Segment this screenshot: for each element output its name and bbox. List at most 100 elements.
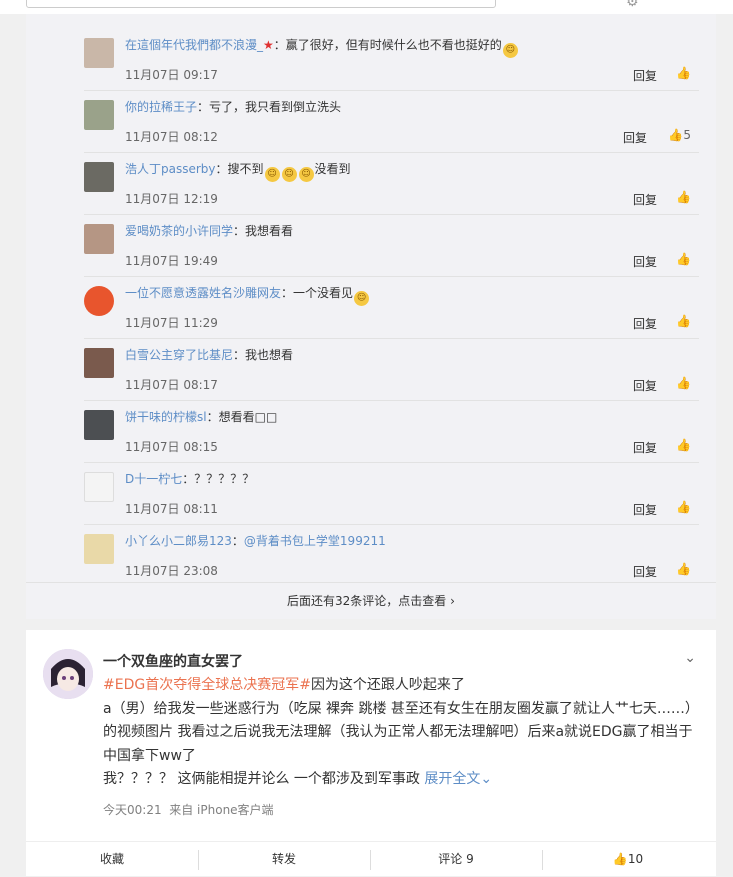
comment-time: 11月07日 19:49 xyxy=(125,254,218,268)
like-button[interactable]: 👍 xyxy=(676,190,691,204)
comment-time: 11月07日 23:08 xyxy=(125,564,218,578)
avatar[interactable] xyxy=(84,348,114,378)
comment-item: 你的拉稀王子：亏了，我只看到倒立洗头 11月07日 08:12 回复 👍5 xyxy=(84,90,699,153)
laugh-cry-emoji-icon: ☺ xyxy=(354,291,370,306)
comment-item: 饼干味的柠檬sl：想看看□□ 11月07日 08:15 回复 👍 xyxy=(84,400,699,463)
like-button[interactable]: 👍10 xyxy=(542,842,714,877)
comment-user-link[interactable]: 饼干味的柠檬sl xyxy=(125,410,207,424)
comment-item: 浩人丁passerby：搜不到 ☺ ☺ ☺ 没看到 11月07日 12:19 回复 👍 xyxy=(84,152,699,215)
thumb-up-icon: 👍 xyxy=(676,190,691,204)
comment-time: 11月07日 08:15 xyxy=(125,440,218,454)
like-button[interactable]: 👍 xyxy=(676,376,691,390)
gear-icon[interactable]: ⚙ xyxy=(626,0,639,10)
comment-item: 小丫么小二郎易123：@背着书包上学堂199211 11月07日 23:08 回… xyxy=(84,524,699,586)
comment-text: 亏了，我只看到倒立洗头 xyxy=(209,100,342,114)
avatar[interactable] xyxy=(84,410,114,440)
search-input[interactable] xyxy=(26,0,496,8)
expand-full-text-link[interactable]: 展开全文⌄ xyxy=(424,771,492,787)
like-button[interactable]: 👍 xyxy=(676,438,691,452)
mention-link[interactable]: @背着书包上学堂199211 xyxy=(244,534,386,548)
thumb-up-icon: 👍 xyxy=(676,314,691,328)
thumb-up-icon: 👍 xyxy=(668,128,684,142)
comment-user-link[interactable]: 你的拉稀王子 xyxy=(125,100,197,114)
comment-time: 11月07日 08:12 xyxy=(125,130,218,144)
comment-item: 在這個年代我們都不浪漫_★：赢了很好，但有时候什么也不看也挺好的 ☺ 11月07日… xyxy=(84,28,699,91)
chevron-down-icon[interactable]: ⌄ xyxy=(684,650,696,666)
comment-time: 11月07日 12:19 xyxy=(125,192,218,206)
comment-user-link[interactable]: 爱喝奶茶的小许同学 xyxy=(125,224,233,238)
reply-button[interactable]: 回复 xyxy=(633,315,657,332)
comment-user-link[interactable]: 浩人丁passerby xyxy=(125,162,216,176)
reply-button[interactable]: 回复 xyxy=(623,129,647,146)
reply-button[interactable]: 回复 xyxy=(633,253,657,270)
top-bar: ⚙ xyxy=(0,0,733,14)
post-action-bar: 收藏 转发 评论 9 👍10 xyxy=(26,841,716,877)
thumb-up-icon: 👍 xyxy=(612,852,628,866)
post-meta: 今天00:21 来自 iPhone客户端 xyxy=(103,801,274,818)
reply-button[interactable]: 回复 xyxy=(633,501,657,518)
more-comments-link[interactable]: 后面还有32条评论，点击查看 › xyxy=(26,582,716,620)
reply-button[interactable]: 回复 xyxy=(633,191,657,208)
repost-button[interactable]: 转发 xyxy=(198,842,370,877)
comment-item: 一位不愿意透露姓名沙雕网友：一个没看见 ☺ 11月07日 11:29 回复 👍 xyxy=(84,276,699,339)
post-author[interactable]: 一个双鱼座的直女罢了 xyxy=(103,651,243,671)
comments-panel: 在這個年代我們都不浪漫_★：赢了很好，但有时候什么也不看也挺好的 ☺ 11月07日… xyxy=(26,14,716,619)
comment-item: 爱喝奶茶的小许同学：我想看看 11月07日 19:49 回复 👍 xyxy=(84,214,699,277)
avatar[interactable] xyxy=(84,534,114,564)
post-card: 一个双鱼座的直女罢了 ⌄ #EDG首次夺得全球总决赛冠军#因为这个还跟人吵起来了… xyxy=(26,630,716,876)
like-count: 5 xyxy=(683,128,691,142)
reply-button[interactable]: 回复 xyxy=(633,377,657,394)
avatar[interactable] xyxy=(84,162,114,192)
thumb-up-icon: 👍 xyxy=(676,438,691,452)
comment-text: ？？？？？ xyxy=(194,472,255,486)
comment-text: 我也想看 xyxy=(245,348,294,362)
laugh-cry-emoji-icon: ☺ xyxy=(264,167,280,182)
comment-item: D十一柠七：？？？？？ 11月07日 08:11 回复 👍 xyxy=(84,462,699,525)
comment-text: 搜不到 xyxy=(227,162,264,176)
comment-time: 11月07日 08:11 xyxy=(125,502,218,516)
reply-button[interactable]: 回复 xyxy=(633,439,657,456)
chevron-down-icon: ⌄ xyxy=(480,771,493,787)
laugh-cry-emoji-icon: ☺ xyxy=(298,167,314,182)
reply-button[interactable]: 回复 xyxy=(633,563,657,580)
like-button[interactable]: 👍5 xyxy=(668,128,691,142)
hashtag-link[interactable]: #EDG首次夺得全球总决赛冠军# xyxy=(103,677,311,693)
thumb-up-icon: 👍 xyxy=(676,66,691,80)
like-button[interactable]: 👍 xyxy=(676,314,691,328)
avatar[interactable] xyxy=(84,38,114,68)
comment-user-link[interactable]: 在這個年代我們都不浪漫_ xyxy=(125,38,263,52)
emoji-icon: ☺ xyxy=(502,43,518,58)
thumb-up-icon: 👍 xyxy=(676,562,691,576)
comment-user-link[interactable]: 一位不愿意透露姓名沙雕网友 xyxy=(125,286,281,300)
comment-item: 白雪公主穿了比基尼：我也想看 11月07日 08:17 回复 👍 xyxy=(84,338,699,401)
comment-user-link[interactable]: 白雪公主穿了比基尼 xyxy=(125,348,233,362)
comment-time: 11月07日 09:17 xyxy=(125,68,218,82)
comment-text: 一个没看见 xyxy=(293,286,354,300)
comment-user-link[interactable]: 小丫么小二郎易123 xyxy=(125,534,232,548)
comment-text: 我想看看 xyxy=(245,224,294,238)
comment-time: 11月07日 11:29 xyxy=(125,316,218,330)
comment-text: 想看看□□ xyxy=(218,410,278,424)
chevron-right-icon: › xyxy=(450,594,455,608)
avatar[interactable] xyxy=(84,472,114,502)
comment-user-link[interactable]: D十一柠七 xyxy=(125,472,182,486)
thumb-up-icon: 👍 xyxy=(676,252,691,266)
like-button[interactable]: 👍 xyxy=(676,252,691,266)
avatar[interactable] xyxy=(84,286,114,316)
avatar[interactable] xyxy=(43,649,93,699)
avatar[interactable] xyxy=(84,100,114,130)
comment-text: 赢了很好，但有时候什么也不看也挺好的 xyxy=(285,38,502,52)
avatar[interactable] xyxy=(84,224,114,254)
like-button[interactable]: 👍 xyxy=(676,66,691,80)
favorite-button[interactable]: 收藏 xyxy=(26,842,198,877)
post-time[interactable]: 今天00:21 xyxy=(103,803,162,817)
laugh-cry-emoji-icon: ☺ xyxy=(281,167,297,182)
thumb-up-icon: 👍 xyxy=(676,376,691,390)
thumb-up-icon: 👍 xyxy=(676,500,691,514)
like-button[interactable]: 👍 xyxy=(676,500,691,514)
reply-button[interactable]: 回复 xyxy=(633,67,657,84)
comment-time: 11月07日 08:17 xyxy=(125,378,218,392)
comment-button[interactable]: 评论 9 xyxy=(370,842,542,877)
star-icon: ★ xyxy=(263,38,274,52)
like-button[interactable]: 👍 xyxy=(676,562,691,576)
